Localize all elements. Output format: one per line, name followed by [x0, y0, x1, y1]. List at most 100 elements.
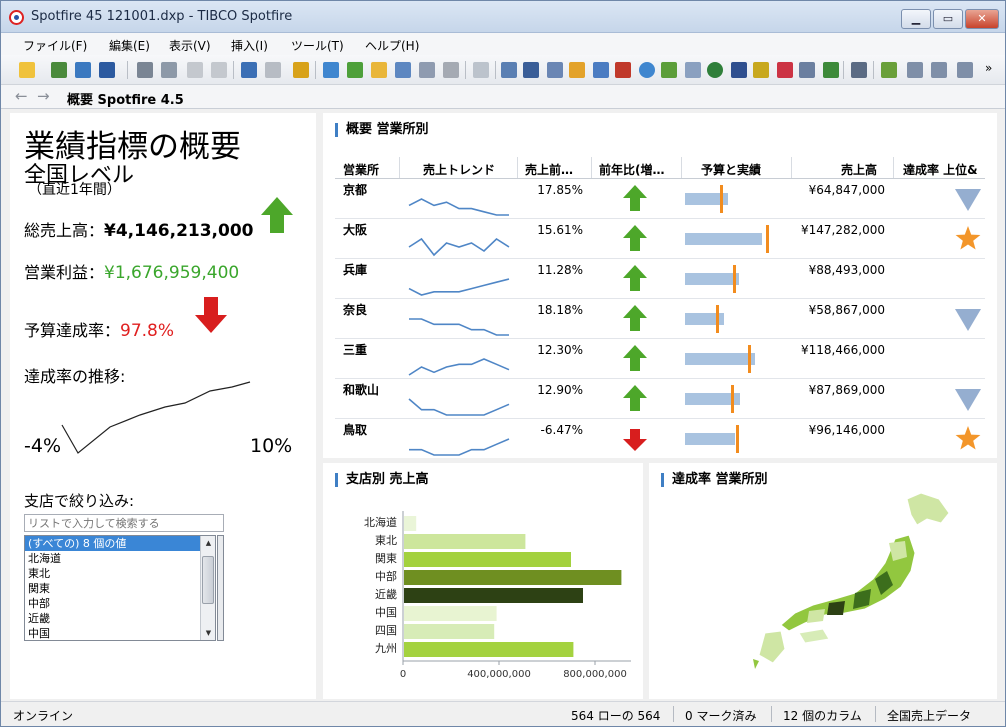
- bar[interactable]: [404, 588, 583, 603]
- scatter-plot-icon[interactable]: [661, 62, 677, 78]
- list-item[interactable]: 北海道: [25, 551, 215, 566]
- menu-insert[interactable]: 挿入(I): [231, 37, 268, 54]
- bar[interactable]: [404, 606, 497, 621]
- menu-file[interactable]: ファイル(F): [23, 37, 87, 54]
- cross-table-icon[interactable]: [523, 62, 539, 78]
- details-icon[interactable]: [347, 62, 363, 78]
- achievement-trend-sparkline: [61, 381, 251, 454]
- budget-achievement-value: 97.8%: [120, 321, 175, 341]
- tags-icon[interactable]: [371, 62, 387, 78]
- map-chart-icon[interactable]: [707, 62, 723, 78]
- export-icon[interactable]: [161, 62, 177, 78]
- parallel-coordinates-icon[interactable]: [777, 62, 793, 78]
- yoy-up-arrow-icon: [623, 385, 647, 411]
- bookmark-icon[interactable]: [395, 62, 411, 78]
- heat-map-icon[interactable]: [753, 62, 769, 78]
- bar-chart-icon[interactable]: [569, 62, 585, 78]
- new-page-icon[interactable]: [473, 62, 489, 78]
- sales-trend-sparkline: [408, 398, 510, 416]
- split-horizontal-icon[interactable]: [931, 62, 947, 78]
- japan-map[interactable]: [649, 463, 997, 699]
- table-icon[interactable]: [501, 62, 517, 78]
- summary-table-icon[interactable]: [799, 62, 815, 78]
- lists-icon[interactable]: [419, 62, 435, 78]
- filter-icon[interactable]: [323, 62, 339, 78]
- list-item[interactable]: 東北: [25, 566, 215, 581]
- bar[interactable]: [404, 516, 417, 531]
- menu-edit[interactable]: 編集(E): [109, 37, 150, 54]
- bar-panel-title: 支店別 売上高: [335, 473, 429, 487]
- 3d-scatter-icon[interactable]: [685, 62, 701, 78]
- refresh-icon[interactable]: [75, 62, 91, 78]
- toolbar-overflow-icon[interactable]: »: [985, 61, 992, 75]
- scroll-thumb[interactable]: [202, 556, 214, 604]
- layout-icon[interactable]: [907, 62, 923, 78]
- print-icon[interactable]: [137, 62, 153, 78]
- close-button[interactable]: ✕: [965, 9, 999, 29]
- menu-tools[interactable]: ツール(T): [291, 37, 344, 54]
- bar[interactable]: [404, 570, 622, 585]
- kyushu-region[interactable]: [753, 630, 786, 669]
- listbox-resize-handle[interactable]: [217, 535, 224, 641]
- list-item[interactable]: 関東: [25, 581, 215, 596]
- pie-chart-icon[interactable]: [639, 62, 655, 78]
- menu-bar: ファイル(F) 編集(E) 表示(V) 挿入(I) ツール(T) ヘルプ(H): [1, 33, 1005, 55]
- low-achievement-triangle-icon: [955, 389, 981, 411]
- spotfire-logo-icon: [9, 10, 24, 25]
- branch-search-input[interactable]: [24, 514, 224, 532]
- x-tick-label: 400,000,000: [467, 669, 531, 680]
- list-item[interactable]: 近畿: [25, 611, 215, 626]
- category-label: 関東: [375, 552, 397, 565]
- copy-icon[interactable]: [187, 62, 203, 78]
- list-item[interactable]: 中国: [25, 626, 215, 640]
- undo-icon[interactable]: [241, 62, 257, 78]
- low-achievement-triangle-icon: [955, 309, 981, 331]
- paste-icon[interactable]: [211, 62, 227, 78]
- maximize-button[interactable]: ▭: [933, 9, 963, 29]
- treemap-icon[interactable]: [731, 62, 747, 78]
- budget-target-marker: [748, 345, 751, 373]
- split-vertical-icon[interactable]: [957, 62, 973, 78]
- shikoku-region[interactable]: [798, 628, 830, 644]
- sales-trend-sparkline: [409, 318, 509, 336]
- sales-trend-sparkline: [408, 237, 510, 257]
- branch-sales-panel: 支店別 売上高 北海道 東北 関東 中部 近畿 中国 四国 九州 0 400,000,000 800…: [323, 463, 643, 699]
- list-item-all[interactable]: (すべての) 8 個の値: [25, 536, 215, 551]
- title-bar: Spotfire 45 121001.dxp - TIBCO Spotfire …: [1, 1, 1005, 33]
- branch-listbox[interactable]: (すべての) 8 個の値 北海道 東北 関東 中部 近畿 中国 ▲ ▼: [24, 535, 216, 641]
- list-item[interactable]: 中部: [25, 596, 215, 611]
- down-arrow-icon: [195, 297, 227, 333]
- bar[interactable]: [404, 642, 574, 657]
- save-icon[interactable]: [99, 62, 115, 78]
- bar[interactable]: [404, 624, 495, 639]
- box-plot-icon[interactable]: [823, 62, 839, 78]
- yoy-up-arrow-icon: [623, 265, 647, 291]
- page-title[interactable]: 概要 Spotfire 4.5: [67, 89, 184, 108]
- honshu-region[interactable]: [780, 534, 916, 632]
- collaboration-icon[interactable]: [443, 62, 459, 78]
- bar[interactable]: [404, 552, 571, 567]
- back-arrow-icon[interactable]: ←: [15, 87, 28, 105]
- redo-icon[interactable]: [265, 62, 281, 78]
- open-folder-icon[interactable]: [19, 62, 35, 78]
- scroll-up-icon[interactable]: ▲: [202, 536, 215, 550]
- bar[interactable]: [404, 534, 526, 549]
- text-area-icon[interactable]: [851, 62, 867, 78]
- scroll-down-icon[interactable]: ▼: [202, 626, 215, 640]
- line-chart-icon[interactable]: [593, 62, 609, 78]
- hokkaido-region[interactable]: [906, 492, 950, 526]
- listbox-scrollbar[interactable]: ▲ ▼: [200, 536, 215, 640]
- reset-icon[interactable]: [293, 62, 309, 78]
- sales-trend-sparkline: [408, 198, 509, 216]
- sales-trend-sparkline: [409, 438, 510, 456]
- combination-chart-icon[interactable]: [615, 62, 631, 78]
- status-data-table[interactable]: 全国売上データ: [887, 707, 971, 724]
- menu-help[interactable]: ヘルプ(H): [365, 37, 419, 54]
- visual-style-icon[interactable]: [881, 62, 897, 78]
- menu-view[interactable]: 表示(V): [169, 37, 211, 54]
- forward-arrow-icon[interactable]: →: [37, 87, 50, 105]
- graphical-table-icon[interactable]: [547, 62, 563, 78]
- minimize-button[interactable]: ▁: [901, 9, 931, 29]
- yoy-up-arrow-icon: [623, 345, 647, 371]
- add-data-icon[interactable]: [51, 62, 67, 78]
